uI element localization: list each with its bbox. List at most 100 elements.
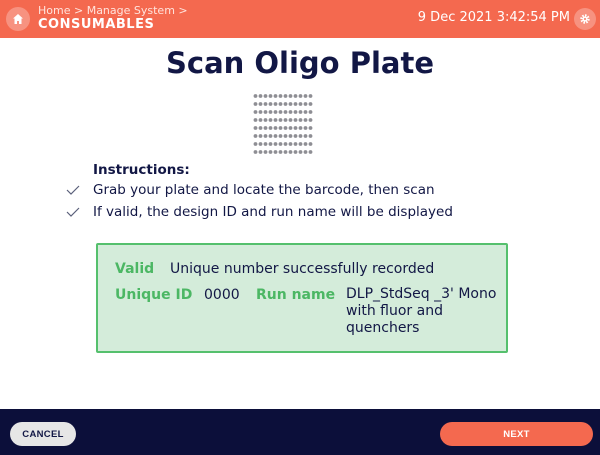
plate-well [288,118,293,122]
plate-well [293,126,298,130]
plate-well [258,102,263,106]
plate-well [283,102,288,106]
run-name-value: DLP_StdSeq _3' Mono with fluor and quenc… [346,286,497,336]
instructions-panel: Instructions: Grab your plate and locate… [66,162,526,223]
plate-well [268,118,273,122]
breadcrumb-separator: > [73,4,84,17]
instruction-step: Grab your plate and locate the barcode, … [66,179,526,201]
plate-well [298,134,303,138]
plate-well [308,94,313,98]
plate-well [283,118,288,122]
plate-well [278,102,283,106]
plate-well [273,150,278,154]
plate-well [308,102,313,106]
plate-well [278,126,283,130]
plate-well [303,94,308,98]
plate-well [303,126,308,130]
plate-well [288,134,293,138]
cancel-button[interactable]: CANCEL [10,422,76,446]
plate-well [258,126,263,130]
check-icon [66,201,93,223]
plate-well [303,150,308,154]
plate-well [263,102,268,106]
plate-well [268,110,273,114]
instruction-step: If valid, the design ID and run name wil… [66,201,526,223]
plate-well [298,150,303,154]
plate-well [273,110,278,114]
plate-well [308,118,313,122]
plate-well [268,134,273,138]
plate-well [258,94,263,98]
plate-well [293,142,298,146]
plate-well [253,134,258,138]
plate-well [273,126,278,130]
plate-well [283,126,288,130]
breadcrumb: Home > Manage System > CONSUMABLES [38,4,188,32]
plate-well [303,110,308,114]
breadcrumb-home[interactable]: Home [38,4,70,17]
section-title: CONSUMABLES [38,17,155,32]
plate-well [258,150,263,154]
plate-well [253,102,258,106]
plate-well [288,126,293,130]
plate-well [268,142,273,146]
plate-well [308,142,313,146]
plate-well [298,102,303,106]
instructions-heading: Instructions: [93,162,190,178]
plate-well [258,134,263,138]
plate-well [263,150,268,154]
check-icon [66,179,93,201]
settings-button[interactable] [574,8,596,30]
plate-well [303,134,308,138]
plate-well [258,142,263,146]
bottom-bar: CANCEL NEXT [0,409,600,455]
plate-well [268,94,273,98]
plate-well [253,142,258,146]
plate-well [308,150,313,154]
plate-well [278,150,283,154]
plate-well [298,94,303,98]
run-name-label: Run name [256,287,336,303]
plate-well [308,110,313,114]
plate-well [298,110,303,114]
plate-well [293,150,298,154]
breadcrumb-manage-system[interactable]: Manage System [87,4,175,17]
plate-well [263,94,268,98]
plate-well [298,142,303,146]
plate-well [278,94,283,98]
next-button[interactable]: NEXT [440,422,593,446]
plate-well [298,118,303,122]
plate-well [268,126,273,130]
plate-well [278,110,283,114]
scan-result-box: Valid Unique number successfully recorde… [96,243,508,353]
status-text: Unique number successfully recorded [170,261,435,277]
plate-well [283,110,288,114]
plate-well [283,150,288,154]
plate-well [258,118,263,122]
instruction-text: If valid, the design ID and run name wil… [93,203,453,220]
plate-well [253,110,258,114]
plate-well [268,150,273,154]
plate-well [283,142,288,146]
plate-well [288,110,293,114]
plate-well [253,118,258,122]
plate-well [263,134,268,138]
plate-well [273,102,278,106]
well-plate-icon [253,94,313,154]
plate-well [253,94,258,98]
plate-well [263,142,268,146]
home-button[interactable] [6,7,30,31]
plate-well [283,94,288,98]
plate-well [303,142,308,146]
plate-well [278,142,283,146]
plate-well [278,118,283,122]
plate-well [283,134,288,138]
plate-well [288,150,293,154]
plate-well [263,126,268,130]
unique-id-label: Unique ID [115,287,193,303]
plate-well [263,118,268,122]
plate-well [308,134,313,138]
plate-well [263,110,268,114]
plate-well [253,150,258,154]
datetime-display: 9 Dec 2021 3:42:54 PM [417,10,570,25]
